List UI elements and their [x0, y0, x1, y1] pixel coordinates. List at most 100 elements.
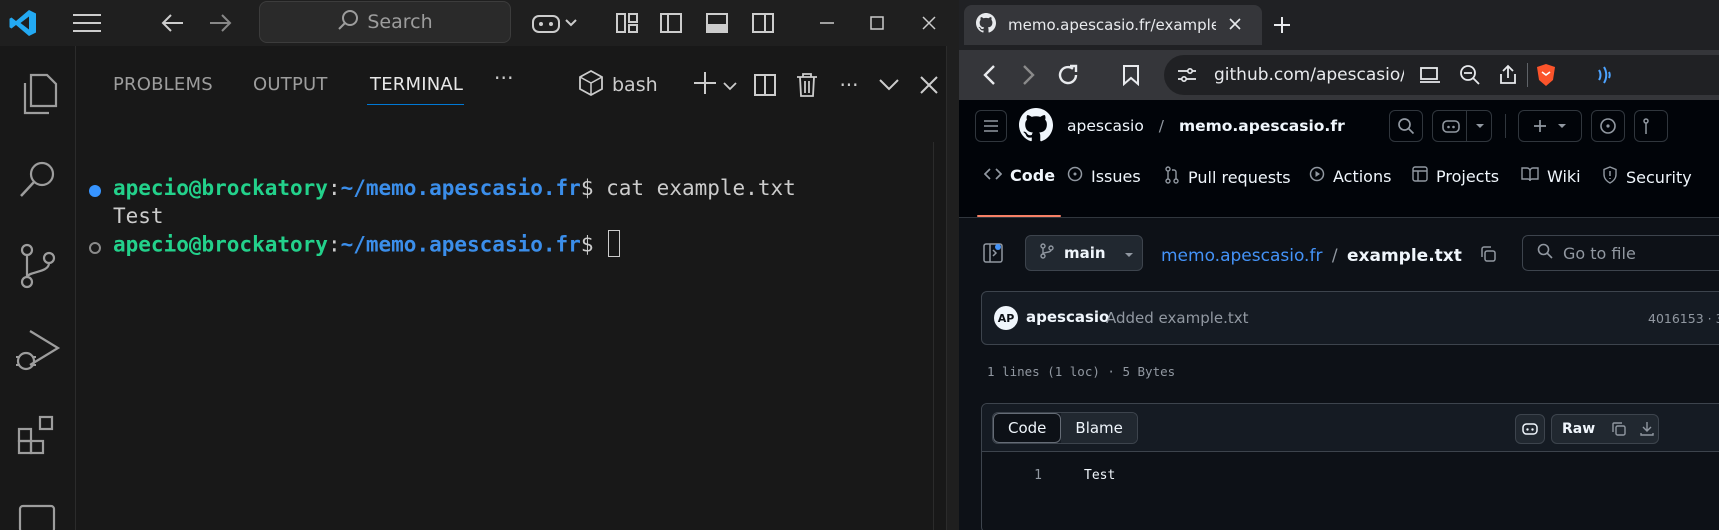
- hamburger-menu-icon[interactable]: [975, 110, 1007, 142]
- install-app-icon[interactable]: [1418, 64, 1442, 86]
- pull-requests-shortcut-icon[interactable]: [1634, 110, 1668, 142]
- terminal-output[interactable]: apecio@brockatory:~/memo.apescasio.fr$ c…: [76, 142, 946, 530]
- browser-tab[interactable]: memo.apescasio.fr/example.txt: [964, 5, 1262, 45]
- tab-terminal[interactable]: TERMINAL: [370, 74, 463, 95]
- raw-button[interactable]: Raw: [1552, 421, 1605, 437]
- brave-shields-icon[interactable]: [1534, 63, 1558, 87]
- nav-tab-label: Security: [1626, 167, 1692, 187]
- nav-tab-label: Issues: [1091, 166, 1141, 186]
- share-icon[interactable]: [1496, 64, 1520, 86]
- go-to-file-input[interactable]: Go to file: [1522, 235, 1719, 271]
- chevron-down-icon: [723, 76, 737, 95]
- run-debug-icon[interactable]: [10, 322, 66, 378]
- vscode-window: Search PROBLEMS OUTPUT TERMINAL ··· bash…: [0, 0, 959, 530]
- plus-icon: [1534, 120, 1546, 132]
- prompt-path: ~/memo.apescasio.fr: [340, 232, 581, 257]
- github-favicon-icon: [976, 13, 997, 37]
- download-icon[interactable]: [1633, 421, 1661, 437]
- more-tabs-icon[interactable]: ···: [494, 66, 514, 90]
- nav-tab-issues[interactable]: Issues: [1067, 166, 1141, 186]
- commit-message[interactable]: Added example.txt: [1106, 309, 1249, 327]
- toggle-primary-sidebar-icon[interactable]: [656, 8, 686, 38]
- copilot-icon[interactable]: [528, 8, 582, 38]
- caret-down-icon: [1476, 124, 1484, 128]
- maximize-icon[interactable]: [862, 8, 892, 38]
- nav-tab-wiki[interactable]: Wiki: [1521, 166, 1581, 186]
- nav-tab-actions[interactable]: Actions: [1309, 166, 1391, 186]
- address-bar[interactable]: github.com/apescasio/memo.a...: [1164, 55, 1719, 95]
- file-tree-toggle-icon[interactable]: [981, 241, 1005, 265]
- kill-terminal-icon[interactable]: [790, 68, 824, 102]
- nav-tab-pull-requests[interactable]: Pull requests: [1164, 166, 1291, 188]
- site-settings-icon[interactable]: [1176, 64, 1198, 86]
- explorer-icon[interactable]: [10, 66, 66, 122]
- terminal-command: cat example.txt: [606, 176, 796, 200]
- line-number[interactable]: 1: [1030, 468, 1042, 483]
- breadcrumb-repo-link[interactable]: memo.apescasio.fr: [1161, 246, 1322, 266]
- remote-explorer-icon[interactable]: [10, 492, 66, 530]
- blame-view-button[interactable]: Blame: [1061, 413, 1137, 443]
- leo-ai-icon[interactable]: [1594, 63, 1618, 87]
- copilot-icon: [1442, 120, 1460, 133]
- url-text: github.com/apescasio/memo.a...: [1214, 65, 1404, 85]
- copy-raw-icon[interactable]: [1605, 421, 1633, 437]
- nav-tab-projects[interactable]: Projects: [1412, 166, 1499, 186]
- copilot-menu-button[interactable]: [1432, 110, 1492, 142]
- gh-search-button[interactable]: [1389, 110, 1423, 142]
- commit-meta[interactable]: 4016153 · 3 min: [1648, 311, 1719, 326]
- browser-toolbar: github.com/apescasio/memo.a...: [959, 50, 1719, 100]
- create-new-button[interactable]: [1518, 110, 1582, 142]
- minimize-icon[interactable]: [812, 8, 842, 38]
- zoom-icon[interactable]: [1458, 64, 1482, 86]
- github-logo-icon[interactable]: [1019, 108, 1054, 146]
- raw-copy-download-group: Raw: [1551, 414, 1659, 444]
- reload-icon[interactable]: [1052, 60, 1084, 90]
- new-terminal-button[interactable]: [690, 68, 740, 102]
- repo-name-link[interactable]: memo.apescasio.fr: [1179, 117, 1345, 135]
- play-icon: [1309, 166, 1325, 186]
- close-tab-icon[interactable]: [1228, 16, 1242, 35]
- terminal-scrollbar[interactable]: [933, 142, 934, 530]
- vscode-logo-icon: [6, 6, 40, 40]
- tab-output[interactable]: OUTPUT: [253, 74, 328, 95]
- nav-tab-code[interactable]: Code: [983, 166, 1055, 185]
- copilot-chat-icon[interactable]: [1515, 414, 1545, 444]
- bookmark-icon[interactable]: [1116, 60, 1146, 90]
- close-window-icon[interactable]: [914, 8, 944, 38]
- command-center-search[interactable]: Search: [259, 1, 511, 43]
- terminal-profile[interactable]: bash: [578, 68, 686, 102]
- search-sidebar-icon[interactable]: [10, 152, 66, 208]
- go-to-file-placeholder: Go to file: [1563, 243, 1636, 263]
- toggle-secondary-sidebar-icon[interactable]: [748, 8, 778, 38]
- issues-shortcut-icon[interactable]: [1591, 110, 1625, 142]
- prompt-symbol: $: [580, 232, 607, 257]
- close-panel-icon[interactable]: [912, 68, 946, 102]
- extensions-icon[interactable]: [10, 408, 66, 464]
- prompt-path: ~/memo.apescasio.fr: [340, 176, 581, 200]
- source-control-icon[interactable]: [10, 238, 66, 294]
- layout-icon[interactable]: [612, 8, 642, 38]
- back-icon[interactable]: [974, 60, 1004, 90]
- repo-owner-link[interactable]: apescasio: [1067, 117, 1144, 135]
- panel-more-icon[interactable]: ···: [832, 68, 866, 102]
- maximize-panel-icon[interactable]: [872, 68, 906, 102]
- tab-problems[interactable]: PROBLEMS: [113, 74, 213, 95]
- avatar[interactable]: AP: [994, 306, 1018, 330]
- new-tab-button[interactable]: [1268, 11, 1296, 39]
- commit-author[interactable]: apescasio: [1026, 308, 1109, 326]
- terminal-line: apecio@brockatory:~/memo.apescasio.fr$: [113, 230, 621, 259]
- toggle-panel-icon[interactable]: [702, 8, 732, 38]
- menu-icon[interactable]: [70, 8, 104, 38]
- forward-icon[interactable]: [1014, 60, 1044, 90]
- copy-path-icon[interactable]: [1479, 246, 1497, 268]
- nav-tab-security[interactable]: Security: [1602, 166, 1692, 188]
- caret-down-icon: [1124, 244, 1134, 262]
- split-terminal-icon[interactable]: [748, 68, 782, 102]
- shield-icon: [1602, 166, 1618, 188]
- back-arrow-icon[interactable]: [158, 8, 188, 38]
- code-view-button[interactable]: Code: [993, 413, 1062, 443]
- forward-arrow-icon[interactable]: [205, 8, 235, 38]
- branch-selector[interactable]: main: [1025, 235, 1143, 271]
- activity-bar: [0, 46, 76, 530]
- code-icon: [983, 166, 1003, 185]
